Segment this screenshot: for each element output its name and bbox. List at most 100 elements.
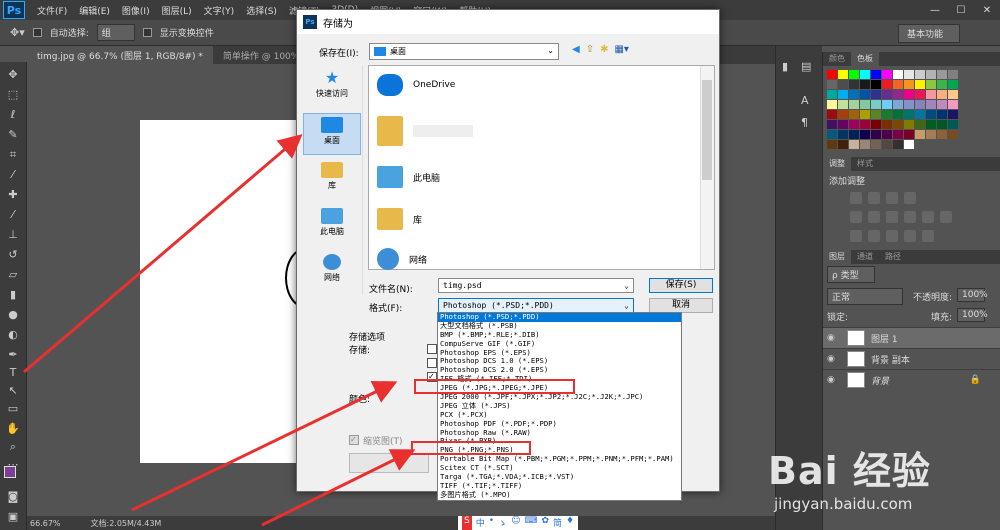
swatch[interactable]	[926, 90, 936, 99]
tab-color[interactable]: 颜色	[823, 52, 851, 66]
exposure-icon[interactable]	[904, 192, 916, 204]
swatch[interactable]	[849, 90, 859, 99]
swatch[interactable]	[871, 120, 881, 129]
gradient-icon[interactable]: ▮	[5, 288, 21, 302]
swatch[interactable]	[893, 130, 903, 139]
crop-icon[interactable]: ⌗	[5, 148, 21, 162]
format-dropdown[interactable]: Photoshop (*.PSD;*.PDD) ⌄	[438, 298, 634, 313]
brightness-icon[interactable]	[850, 192, 862, 204]
thumbnail-checkbox[interactable]: ✓	[349, 435, 359, 445]
swatch[interactable]	[849, 130, 859, 139]
visibility-eye-icon[interactable]: ◉	[827, 375, 839, 385]
hand-icon[interactable]: ✋	[5, 422, 21, 436]
swatch[interactable]	[937, 70, 947, 79]
swatch[interactable]	[893, 110, 903, 119]
swatch[interactable]	[893, 90, 903, 99]
foreground-color-swatch[interactable]	[4, 466, 16, 478]
opacity-input[interactable]: 100%	[957, 288, 988, 302]
quick-select-icon[interactable]: ✎	[5, 128, 21, 142]
swatch[interactable]	[937, 120, 947, 129]
swatch[interactable]	[882, 130, 892, 139]
swatch[interactable]	[849, 80, 859, 89]
swatch[interactable]	[882, 140, 892, 149]
blur-icon[interactable]: ●	[5, 308, 21, 322]
filename-input[interactable]: timg.psd ⌄	[438, 278, 634, 293]
swatch[interactable]	[827, 120, 837, 129]
swatch[interactable]	[915, 80, 925, 89]
swatch[interactable]	[860, 140, 870, 149]
tab-styles[interactable]: 样式	[851, 157, 879, 171]
screen-mode-icon[interactable]: ▣	[5, 510, 21, 524]
swatch[interactable]	[948, 120, 958, 129]
eraser-icon[interactable]: ▱	[5, 268, 21, 282]
swatch[interactable]	[849, 140, 859, 149]
history-brush-icon[interactable]: ↺	[5, 248, 21, 262]
marquee-icon[interactable]: ⬚	[5, 88, 21, 102]
swatch[interactable]	[838, 100, 848, 109]
swatch[interactable]	[871, 130, 881, 139]
format-option[interactable]: Scitex CT (*.SCT)	[438, 464, 681, 473]
new-folder-icon[interactable]: ✱	[600, 44, 608, 55]
levels-icon[interactable]	[868, 192, 880, 204]
tab-adjustments[interactable]: 调整	[823, 157, 851, 171]
file-item-this-pc[interactable]: 此电脑	[377, 166, 440, 188]
gradient-map-icon[interactable]	[904, 230, 916, 242]
swatch[interactable]	[871, 90, 881, 99]
format-option[interactable]: JPEG 立体 (*.JPS)	[438, 402, 681, 411]
file-list[interactable]: OneDrive 此电脑 库 网络	[368, 65, 715, 270]
swatch[interactable]	[904, 80, 914, 89]
history-panel-icon[interactable]: ▤	[801, 60, 811, 73]
vibrance-icon[interactable]	[850, 211, 862, 223]
swatch[interactable]	[838, 110, 848, 119]
swatch[interactable]	[893, 100, 903, 109]
invert-icon[interactable]	[850, 230, 862, 242]
format-option[interactable]: Portable Bit Map (*.PBM;*.PGM;*.PPM;*.PN…	[438, 455, 681, 464]
swatch[interactable]	[882, 90, 892, 99]
swatch[interactable]	[915, 110, 925, 119]
swatch[interactable]	[893, 80, 903, 89]
format-options-list[interactable]: Photoshop (*.PSD;*.PDD) 大型文档格式 (*.PSB) BMP…	[437, 312, 682, 501]
swatch[interactable]	[860, 90, 870, 99]
swatch[interactable]	[838, 140, 848, 149]
swatch[interactable]	[860, 120, 870, 129]
pen-icon[interactable]: ✒	[5, 348, 21, 362]
file-item-onedrive[interactable]: OneDrive	[377, 74, 455, 96]
healing-icon[interactable]: ✚	[5, 188, 21, 202]
swatch[interactable]	[860, 110, 870, 119]
swatch[interactable]	[882, 100, 892, 109]
file-item-user[interactable]	[377, 116, 473, 146]
swatch[interactable]	[860, 70, 870, 79]
ime-mode[interactable]: 中	[476, 516, 485, 530]
close-button[interactable]: ✕	[974, 0, 1000, 20]
place-library[interactable]: 库	[303, 159, 361, 201]
swatch[interactable]	[904, 120, 914, 129]
cancel-button[interactable]: 取消	[649, 298, 713, 313]
paragraph-panel-icon[interactable]: ¶	[801, 116, 808, 129]
menu-layer[interactable]: 图层(L)	[156, 4, 198, 17]
swatch-grid[interactable]	[823, 66, 1000, 153]
menu-image[interactable]: 图像(I)	[116, 4, 156, 17]
format-option[interactable]: BMP (*.BMP;*.RLE;*.DIB)	[438, 331, 681, 340]
swatch[interactable]	[937, 130, 947, 139]
brush-icon[interactable]: ⁄	[5, 208, 21, 222]
swatch[interactable]	[948, 110, 958, 119]
eyedropper-icon[interactable]: ⁄	[5, 168, 21, 182]
up-folder-icon[interactable]: ⇧	[586, 44, 594, 55]
swatch[interactable]	[926, 80, 936, 89]
swatch[interactable]	[849, 70, 859, 79]
sogou-logo[interactable]: S	[462, 516, 472, 530]
tab-channels[interactable]: 通道	[851, 250, 879, 264]
swatch[interactable]	[860, 80, 870, 89]
format-option[interactable]: 大型文档格式 (*.PSB)	[438, 322, 681, 331]
ime-punct-icon[interactable]: •	[489, 516, 494, 530]
swatch[interactable]	[915, 120, 925, 129]
file-item-network[interactable]: 网络	[377, 248, 427, 270]
format-option[interactable]: 多图片格式 (*.MPO)	[438, 491, 681, 500]
swatch[interactable]	[838, 120, 848, 129]
format-option[interactable]: TIFF (*.TIF;*.TIFF)	[438, 482, 681, 491]
workspace-dropdown[interactable]: 基本功能	[898, 24, 960, 43]
auto-select-checkbox[interactable]	[32, 28, 42, 37]
swatch[interactable]	[827, 80, 837, 89]
menu-select[interactable]: 选择(S)	[240, 4, 283, 17]
swatch[interactable]	[838, 90, 848, 99]
